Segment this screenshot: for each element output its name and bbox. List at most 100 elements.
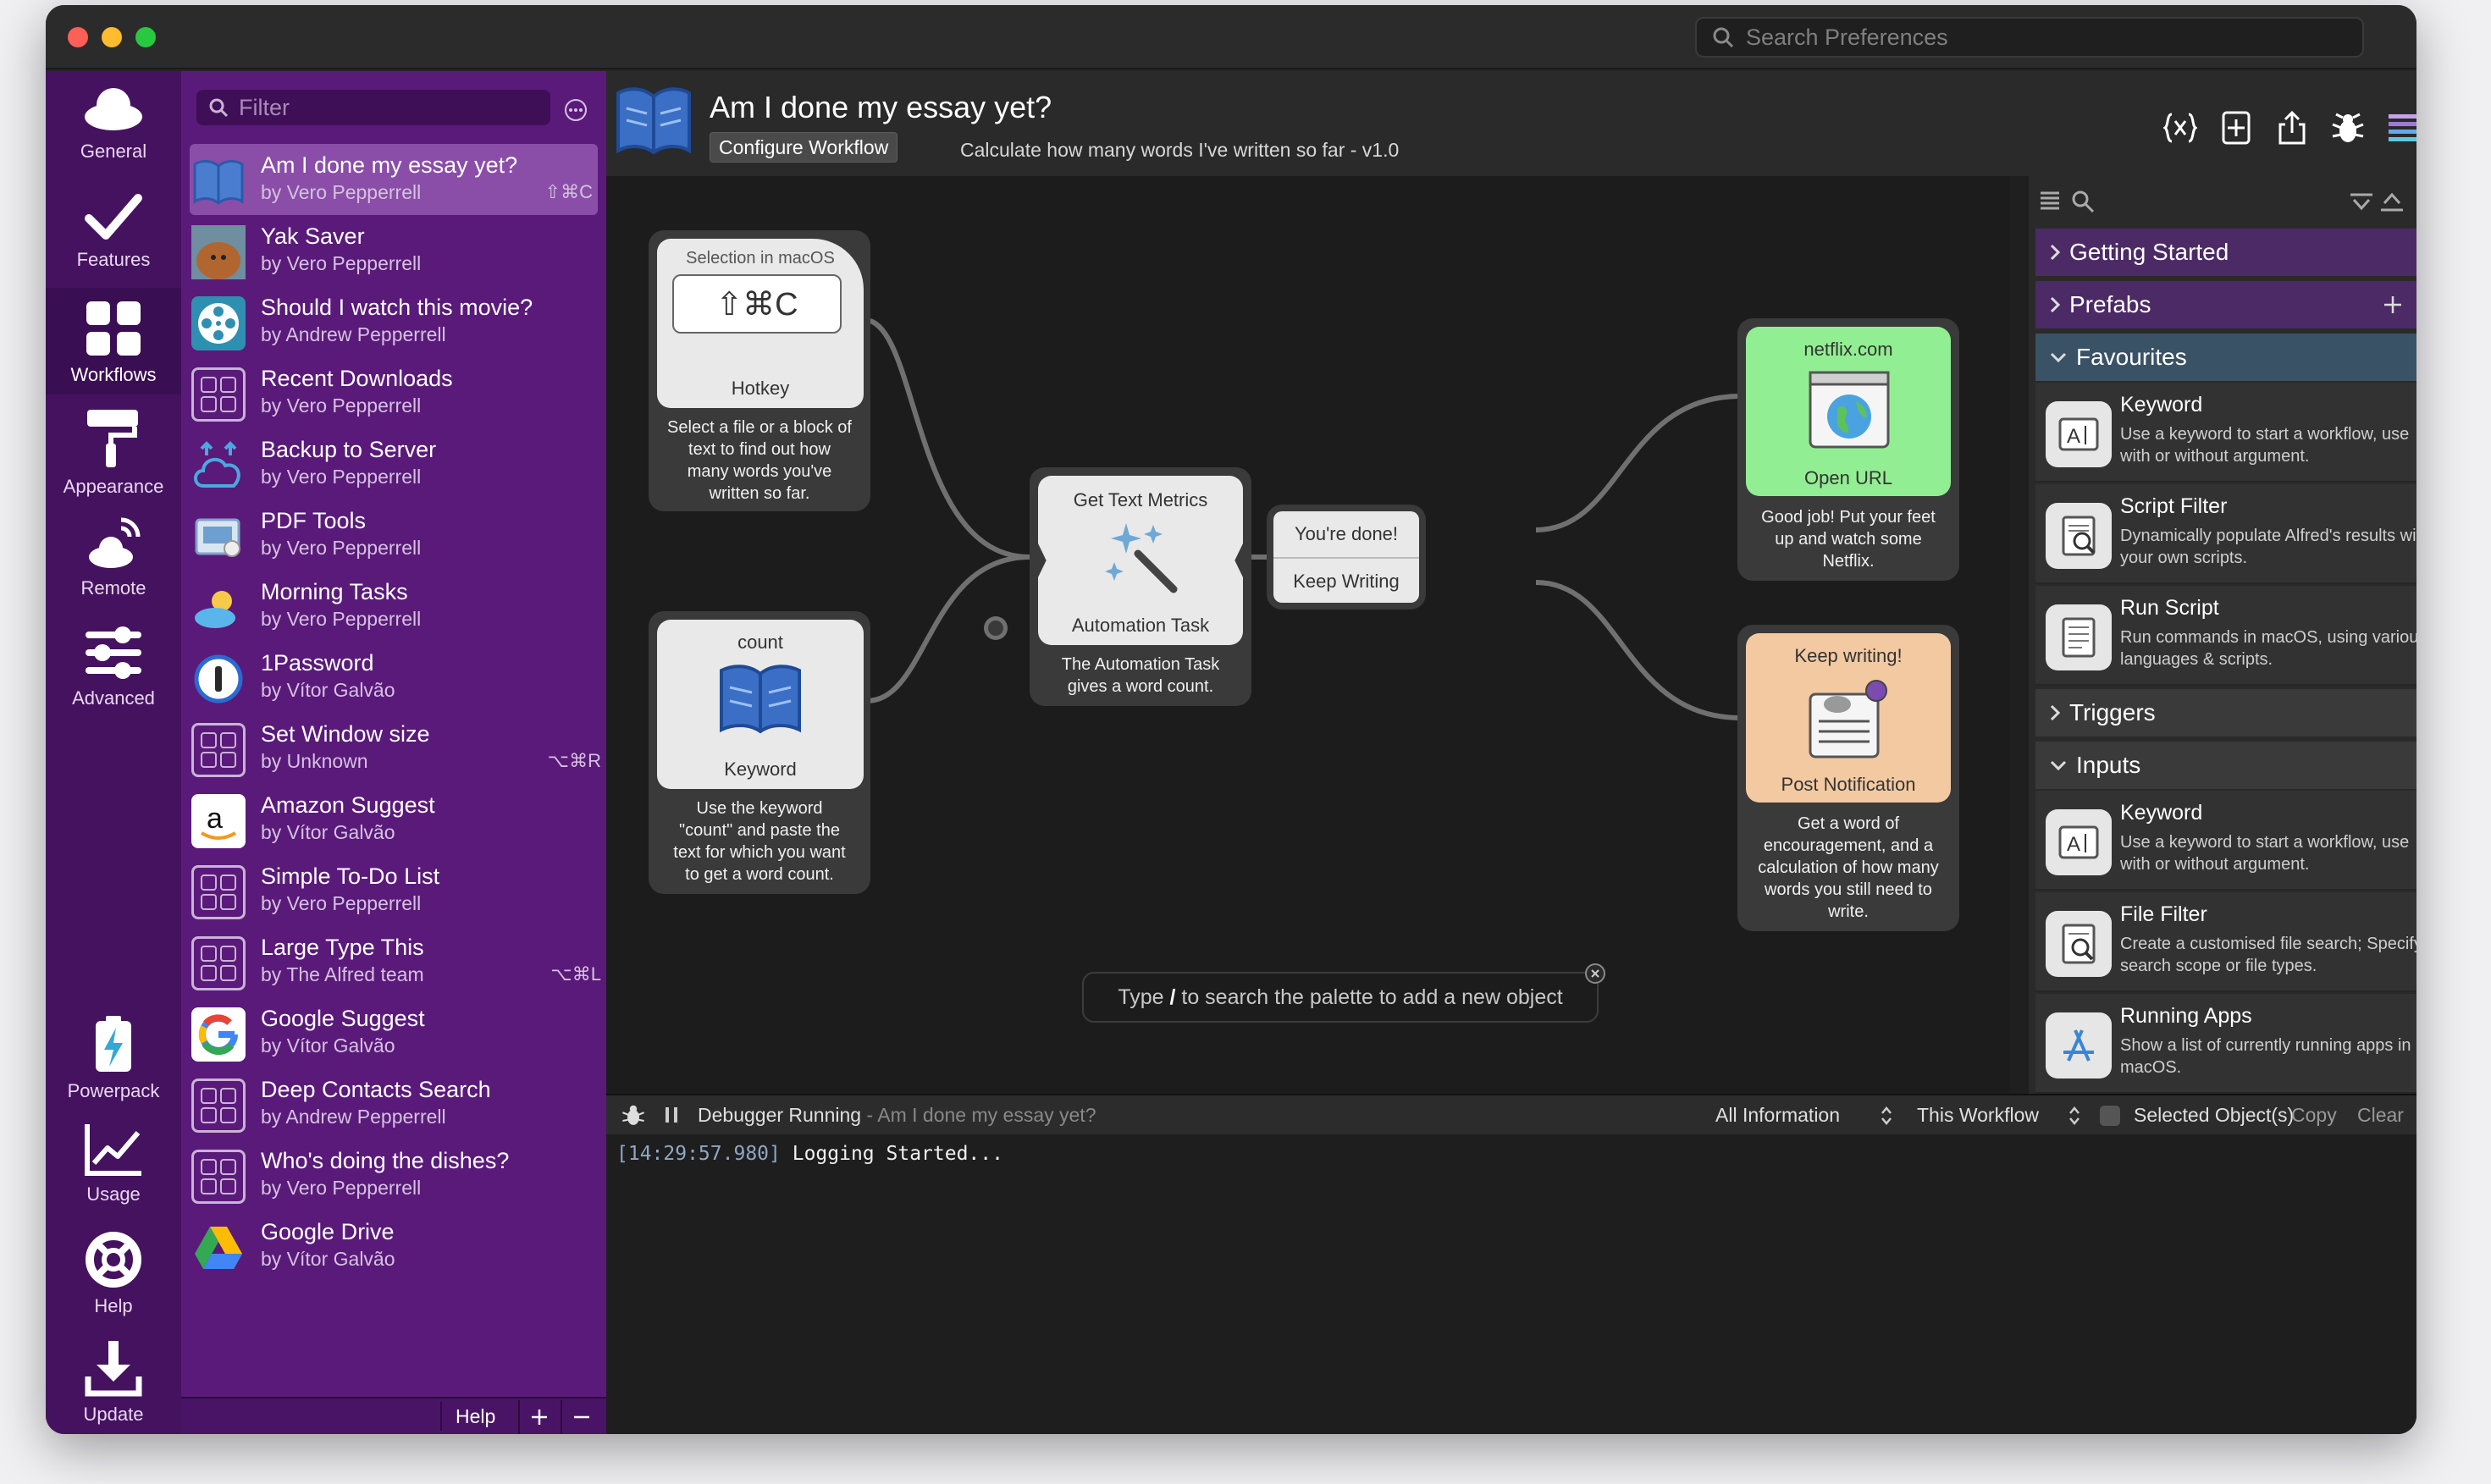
workflow-hotkey: ⌥⌘L (550, 963, 601, 985)
placeholder-grid-icon (191, 865, 246, 919)
automation-caption: The Automation Task gives a word count. (1061, 655, 1220, 696)
palette-item-running-apps[interactable]: Running Apps Show a list of currently ru… (2035, 994, 2416, 1094)
workflow-item-deep-contacts[interactable]: Deep Contacts Search by Andrew Pepperrel… (181, 1068, 606, 1139)
scope-select[interactable]: This Workflow (1917, 1104, 2039, 1127)
debugger-workflow-name: - Am I done my essay yet? (861, 1103, 1096, 1126)
section-favourites[interactable]: Favourites (2035, 334, 2416, 381)
workflow-canvas[interactable]: Selection in macOS ⇧⌘C Hotkey Select a f… (606, 176, 2010, 1094)
alfred-preferences-window: Search Preferences General Features Work… (46, 5, 2416, 1434)
share-button[interactable] (2273, 108, 2311, 147)
search-icon[interactable] (2071, 190, 2095, 213)
book-icon (191, 154, 246, 208)
workflow-filter-field[interactable]: Filter (196, 90, 550, 125)
palette-item-desc: Run commands in macOS, using various lan… (2120, 628, 2416, 669)
configure-workflow-button[interactable]: Configure Workflow (710, 132, 898, 163)
help-button[interactable]: Help (440, 1402, 509, 1431)
section-prefabs[interactable]: Prefabs (2035, 281, 2416, 328)
workflow-item-window-size[interactable]: Set Window size by Unknown ⌥⌘R (181, 713, 606, 784)
palette-item-run-script[interactable]: Run Script Run commands in macOS, using … (2035, 586, 2416, 686)
notification-type-label: Post Notification (1781, 774, 1916, 795)
workflow-item-movie[interactable]: Should I watch this movie? by Andrew Pep… (181, 286, 606, 357)
more-options-icon[interactable] (564, 98, 588, 122)
select-arrows-icon[interactable] (1880, 1106, 1893, 1126)
palette-item-keyword-input[interactable]: A Keyword Use a keyword to start a workf… (2035, 791, 2416, 891)
remove-workflow-button[interactable] (561, 1400, 601, 1434)
workflow-item-pdf-tools[interactable]: PDF Tools by Vero Pepperrell (181, 499, 606, 571)
open-url-top-label: netflix.com (1803, 339, 1893, 360)
variables-button[interactable] (2161, 108, 2200, 147)
post-notification-node[interactable]: Keep writing! Post Notification Get a wo… (1737, 625, 1959, 931)
nav-usage-label: Usage (86, 1183, 141, 1205)
debugger-console[interactable]: [14:29:57.980] Logging Started... (606, 1134, 2416, 1434)
log-level-select[interactable]: All Information (1715, 1104, 1840, 1127)
workflow-item-morning-tasks[interactable]: Morning Tasks by Vero Pepperrell (181, 571, 606, 642)
conditional-node[interactable]: You're done! Keep Writing (1267, 505, 1426, 610)
workflow-item-todo[interactable]: Simple To-Do List by Vero Pepperrell (181, 855, 606, 926)
chevron-right-icon (2050, 244, 2061, 261)
workflow-item-recent-downloads[interactable]: Recent Downloads by Vero Pepperrell (181, 357, 606, 428)
svg-text:A: A (2067, 833, 2080, 856)
minimize-window-button[interactable] (102, 27, 122, 47)
collapse-down-icon[interactable] (2349, 191, 2374, 213)
nav-help[interactable]: Help (46, 1219, 181, 1326)
workflow-item-1password[interactable]: 1Password by Vítor Galvão (181, 642, 606, 713)
section-triggers[interactable]: Triggers (2035, 689, 2416, 736)
workflow-author: by Vero Pepperrell (261, 466, 422, 488)
nav-workflows[interactable]: Workflows (46, 288, 181, 394)
close-hint-icon[interactable] (1585, 963, 1605, 984)
collapse-up-icon[interactable] (2379, 191, 2405, 213)
palette-item-file-filter[interactable]: File Filter Create a customised file sea… (2035, 892, 2416, 992)
workflow-item-large-type[interactable]: Large Type This by The Alfred team ⌥⌘L (181, 926, 606, 997)
nav-remote[interactable]: Remote (46, 505, 181, 611)
workflow-item-dishes[interactable]: Who's doing the dishes? by Vero Pepperre… (181, 1139, 606, 1211)
section-getting-started[interactable]: Getting Started (2035, 229, 2416, 276)
palette-item-desc: Dynamically populate Alfred's results wi… (2120, 527, 2416, 567)
keyword-input-node[interactable]: count Keyword Use the keyword "count" and… (649, 611, 870, 894)
workflow-item-backup[interactable]: Backup to Server by Vero Pepperrell (181, 428, 606, 499)
palette-item-keyword-fav[interactable]: A Keyword Use a keyword to start a workf… (2035, 383, 2416, 483)
palette-search-hint[interactable]: Type / to search the palette to add a ne… (1082, 963, 1605, 1023)
pause-icon[interactable] (664, 1106, 679, 1124)
nav-appearance[interactable]: Appearance (46, 396, 181, 503)
workflow-name: 1Password (261, 650, 374, 676)
workflow-item-google-suggest[interactable]: Google Suggest by Vítor Galvão (181, 997, 606, 1068)
selected-objects-label: Selected Object(s) (2134, 1103, 2295, 1126)
workflow-item-amazon[interactable]: a Amazon Suggest by Vítor Galvão (181, 784, 606, 855)
zoom-window-button[interactable] (135, 27, 156, 47)
copy-log-button[interactable]: Copy (2291, 1104, 2337, 1127)
hotkey-trigger-node[interactable]: Selection in macOS ⇧⌘C Hotkey Select a f… (649, 230, 870, 511)
close-window-button[interactable] (68, 27, 88, 47)
new-object-button[interactable] (2217, 108, 2256, 147)
nav-advanced[interactable]: Advanced (46, 613, 181, 720)
palette-item-name: Keyword (2120, 801, 2203, 825)
nav-usage[interactable]: Usage (46, 1111, 181, 1217)
nav-update[interactable]: Update (46, 1327, 181, 1434)
add-workflow-button[interactable] (518, 1400, 559, 1434)
keyword-card: count Keyword (657, 620, 864, 789)
nav-powerpack[interactable]: Powerpack (46, 1002, 181, 1109)
workflow-item-essay[interactable]: Am I done my essay yet? by Vero Pepperre… (190, 144, 598, 215)
section-label: Inputs (2076, 752, 2141, 778)
debugger-toggle-button[interactable] (2328, 108, 2367, 147)
palette-item-script-filter[interactable]: Script Filter Dynamically populate Alfre… (2035, 484, 2416, 584)
automation-task-node[interactable]: Get Text Metrics Automation Task The Aut… (1030, 467, 1251, 706)
workflow-name: Large Type This (261, 935, 424, 960)
selected-objects-checkbox[interactable] (2100, 1106, 2120, 1126)
sun-cloud-icon (191, 581, 246, 635)
list-icon[interactable] (2039, 190, 2061, 212)
hotkey-card: Selection in macOS ⇧⌘C Hotkey (657, 239, 864, 408)
nav-features[interactable]: Features (46, 179, 181, 286)
sidebar-toggle-button[interactable] (2384, 108, 2416, 147)
search-preferences-field[interactable]: Search Preferences (1695, 17, 2364, 58)
clear-log-button[interactable]: Clear (2357, 1104, 2404, 1127)
select-arrows-icon[interactable] (2068, 1106, 2081, 1126)
workflow-item-yak-saver[interactable]: Yak Saver by Vero Pepperrell (181, 215, 606, 286)
workflow-item-google-drive[interactable]: Google Drive by Vítor Galvão (181, 1211, 606, 1282)
palette-item-name: File Filter (2120, 902, 2207, 926)
workflow-author: by Vero Pepperrell (261, 252, 422, 274)
1password-icon (191, 652, 246, 706)
section-inputs[interactable]: Inputs (2035, 742, 2416, 789)
nav-general[interactable]: General (46, 71, 181, 178)
open-url-action-node[interactable]: netflix.com Open URL Good job! Put your … (1737, 318, 1959, 581)
plus-icon[interactable] (2383, 295, 2403, 315)
